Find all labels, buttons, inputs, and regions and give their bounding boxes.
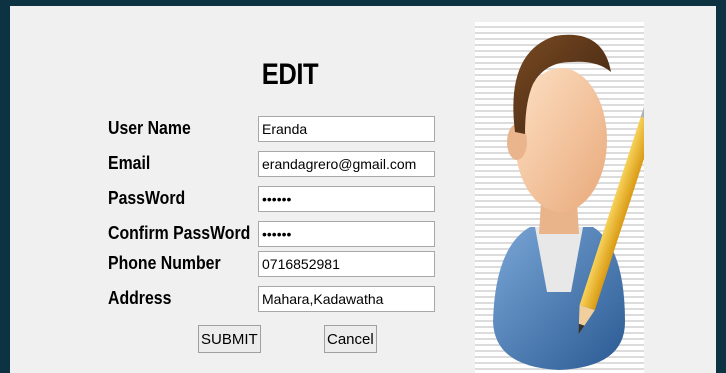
address-field[interactable] [258, 286, 435, 312]
submit-button[interactable]: SUBMIT [198, 325, 261, 353]
phone-label: Phone Number [108, 253, 221, 273]
password-label: PassWord [108, 188, 186, 208]
confirm-password-label: Confirm PassWord [108, 223, 251, 243]
email-field[interactable] [258, 151, 435, 177]
user-edit-icon [475, 22, 644, 373]
edit-panel: EDIT User Name Email PassWord Confirm Pa… [10, 6, 716, 373]
cancel-button[interactable]: Cancel [324, 325, 377, 353]
address-label: Address [108, 288, 172, 308]
password-field[interactable] [258, 186, 435, 212]
email-label: Email [108, 153, 151, 173]
phone-field[interactable] [258, 251, 435, 277]
page-title: EDIT [261, 58, 319, 91]
confirm-password-field[interactable] [258, 221, 435, 247]
username-field[interactable] [258, 116, 435, 142]
username-label: User Name [108, 118, 191, 138]
